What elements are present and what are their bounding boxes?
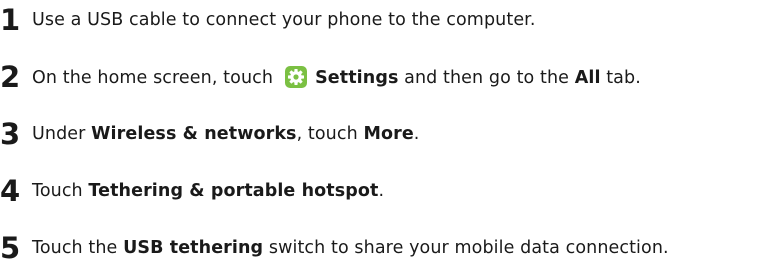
- usb-tethering-label: USB tethering: [123, 237, 264, 258]
- more-label: More: [363, 123, 414, 144]
- step-4: 4 Touch Tethering & portable hotspot.: [0, 177, 384, 206]
- step-text: Use a USB cable to connect your phone to…: [32, 9, 536, 30]
- step-3: 3 Under Wireless & networks, touch More.: [0, 120, 419, 149]
- step-text: Touch Tethering & portable hotspot.: [32, 180, 385, 201]
- step-number: 2: [0, 60, 21, 94]
- step-number: 3: [0, 117, 21, 151]
- step-2: 2 On the home screen, touch Settings and…: [0, 63, 641, 92]
- step-number: 5: [0, 231, 21, 265]
- step-text: Touch the USB tethering switch to share …: [32, 237, 669, 258]
- step-text: Under Wireless & networks, touch More.: [32, 123, 420, 144]
- settings-label: Settings: [315, 67, 399, 88]
- tethering-hotspot-label: Tethering & portable hotspot: [88, 180, 379, 201]
- step-5: 5 Touch the USB tethering switch to shar…: [0, 234, 669, 263]
- wireless-networks-label: Wireless & networks: [91, 123, 297, 144]
- step-1: 1 Use a USB cable to connect your phone …: [0, 6, 536, 35]
- settings-gear-icon: [285, 65, 308, 88]
- step-number: 1: [0, 3, 21, 37]
- step-text: On the home screen, touch Settings and t…: [32, 65, 641, 88]
- step-number: 4: [0, 174, 21, 208]
- all-tab-label: All: [574, 67, 601, 88]
